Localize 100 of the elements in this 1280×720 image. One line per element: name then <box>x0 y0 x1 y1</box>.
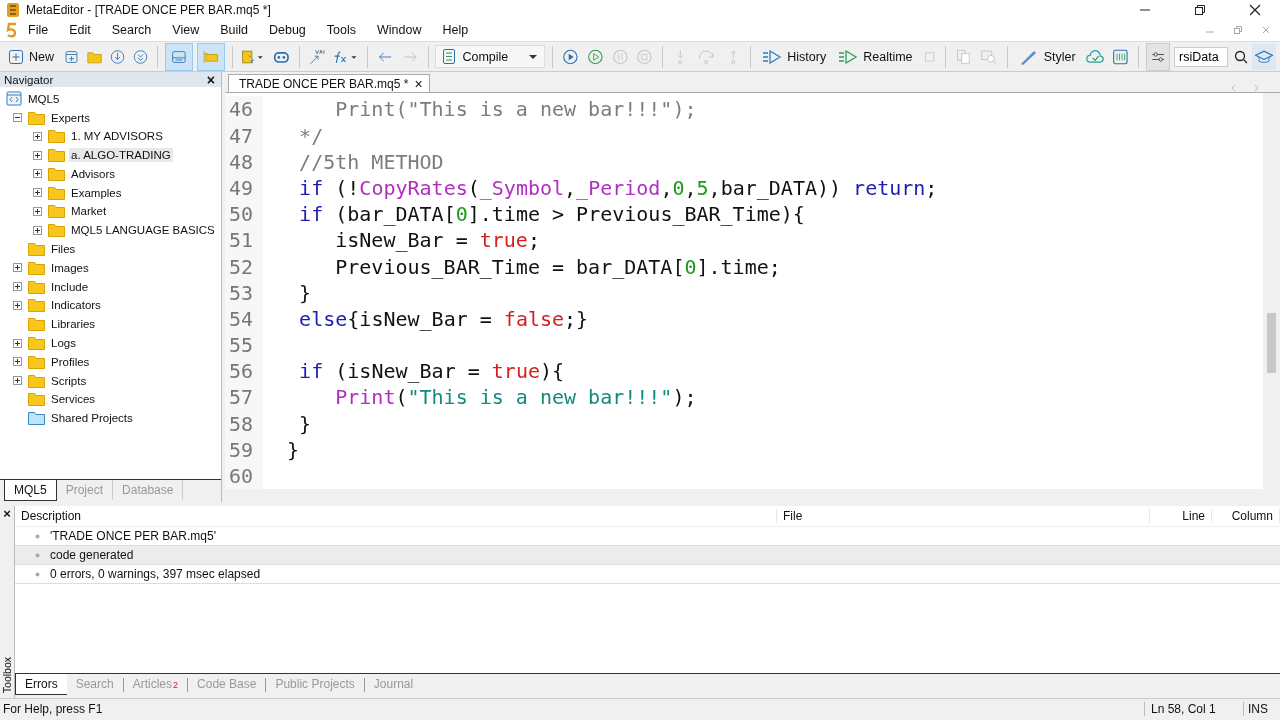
settings-sliders-icon[interactable] <box>1145 42 1171 71</box>
column-header[interactable]: Description <box>15 509 777 524</box>
message-row[interactable]: 0 errors, 0 warnings, 397 msec elapsed <box>15 565 1280 585</box>
insert-mode: INS <box>1243 702 1280 717</box>
graduation-cap-icon[interactable] <box>1252 43 1277 70</box>
expand-toggle-icon[interactable] <box>12 263 22 273</box>
styler-button[interactable]: Styler <box>1014 44 1080 69</box>
expand-toggle-icon[interactable] <box>32 169 42 179</box>
tree-item[interactable]: MQL5 LANGUAGE BASICS <box>69 223 217 238</box>
menu-item[interactable]: Tools <box>326 23 356 38</box>
bullet-icon <box>35 552 40 558</box>
status-text: For Help, press F1 <box>3 702 104 717</box>
expand-toggle-icon[interactable] <box>12 113 22 122</box>
expand-toggle-icon[interactable] <box>32 225 42 235</box>
line-number: 60 <box>225 462 263 490</box>
tree-item[interactable]: Profiles <box>49 354 92 369</box>
line-number: 52 <box>225 253 263 280</box>
menu-item[interactable]: Help <box>442 23 469 38</box>
file-tab[interactable]: TRADE ONCE PER BAR.mq5 * × <box>228 74 430 93</box>
menu-item[interactable]: File <box>28 23 49 38</box>
expand-toggle-icon[interactable] <box>32 188 42 198</box>
tree-item[interactable]: Logs <box>49 336 78 351</box>
message-text: code generated <box>50 548 134 563</box>
line-number: 49 <box>225 174 263 202</box>
panel-icon[interactable] <box>165 42 193 71</box>
close-icon[interactable]: × <box>414 75 423 92</box>
search-icon[interactable] <box>1234 49 1249 64</box>
code-line: if (!CopyRates(_Symbol,_Period,0,5,bar_DATA)) return; <box>298 175 938 200</box>
folder-icon <box>28 242 45 257</box>
panel-tab[interactable]: Errors <box>15 673 67 695</box>
folder-icon <box>28 336 45 351</box>
restore-icon[interactable] <box>1194 3 1206 16</box>
folder-icon <box>28 279 45 294</box>
close-icon[interactable] <box>1249 3 1261 16</box>
menu-item[interactable]: Window <box>377 23 422 38</box>
expand-toggle-icon[interactable] <box>12 282 22 292</box>
folder-icon <box>28 110 45 125</box>
app-logo-icon <box>6 22 18 39</box>
play-lines-icon <box>762 49 783 64</box>
folder-icon <box>48 223 65 238</box>
message-row[interactable]: code generated <box>15 546 1280 566</box>
folder-icon <box>28 411 45 426</box>
menu-item[interactable]: Build <box>220 23 248 38</box>
menu-item[interactable]: View <box>172 23 200 38</box>
folder-icon <box>28 298 45 313</box>
expand-toggle-icon[interactable] <box>12 300 22 310</box>
tree-item[interactable]: Market <box>69 204 109 219</box>
scrollbar[interactable] <box>1263 93 1280 490</box>
tree-item[interactable]: Shared Projects <box>49 411 135 426</box>
menu-item[interactable]: Debug <box>269 23 306 38</box>
tree-item[interactable]: Indicators <box>49 298 103 313</box>
tree-item[interactable]: Files <box>49 242 78 257</box>
menu-item[interactable]: Edit <box>69 23 91 38</box>
tree-item[interactable]: MQL5 <box>26 91 62 106</box>
tree-item[interactable]: 1. MY ADVISORS <box>69 129 165 144</box>
search-field[interactable]: rsiData <box>1174 46 1229 67</box>
tree-item[interactable]: Services <box>49 392 98 407</box>
folder-icon <box>28 392 45 407</box>
tree-item[interactable]: Scripts <box>49 373 89 388</box>
message-text: 'TRADE ONCE PER BAR.mq5' <box>50 529 216 544</box>
scroll-left-icon[interactable] <box>1230 84 1238 93</box>
code-module-icon <box>6 91 22 107</box>
folder-icon <box>48 204 65 219</box>
expand-toggle-icon[interactable] <box>32 150 42 160</box>
tree-item[interactable]: Advisors <box>69 166 118 181</box>
history-button[interactable]: History <box>758 46 831 67</box>
panel-title: Navigator <box>4 73 54 86</box>
expand-toggle-icon[interactable] <box>12 376 22 386</box>
close-icon[interactable]: × <box>3 506 11 522</box>
line-number: 53 <box>225 279 263 306</box>
folder-icon <box>28 354 45 369</box>
code-line: if (isNew_Bar = true){ <box>298 359 565 384</box>
code-line: Previous_BAR_Time = bar_DATA[0].time; <box>334 254 781 279</box>
line-number: 46 <box>225 96 263 123</box>
tree-item[interactable]: Libraries <box>49 317 98 332</box>
new-button[interactable]: New <box>4 45 58 68</box>
column-header[interactable]: File <box>777 509 1150 524</box>
column-header[interactable]: Column <box>1212 509 1280 524</box>
expand-toggle-icon[interactable] <box>32 131 42 141</box>
menu-item[interactable]: Search <box>111 23 152 38</box>
realtime-button[interactable]: Realtime <box>834 46 917 67</box>
scroll-right-icon[interactable] <box>1252 84 1260 93</box>
close-icon[interactable]: × <box>206 71 215 88</box>
tree-item[interactable]: Examples <box>69 185 124 200</box>
tree-item[interactable]: Experts <box>49 110 92 125</box>
tree-item[interactable]: Images <box>49 260 91 275</box>
play-lines-icon <box>838 49 859 64</box>
compile-button[interactable]: Compile <box>435 45 546 69</box>
tree-item[interactable]: Include <box>49 279 91 294</box>
line-number: 47 <box>225 122 263 149</box>
expand-toggle-icon[interactable] <box>12 338 22 348</box>
expand-toggle-icon[interactable] <box>32 207 42 216</box>
app-logo-icon <box>6 1 20 18</box>
code-line: else{isNew_Bar = false;} <box>298 306 589 331</box>
folder-icon[interactable] <box>196 42 225 71</box>
tree-item[interactable]: a. ALGO-TRADING <box>69 148 173 163</box>
panel-tab[interactable]: MQL5 <box>4 480 57 502</box>
expand-toggle-icon[interactable] <box>12 357 22 367</box>
column-header[interactable]: Line <box>1150 509 1212 524</box>
code-line: if (bar_DATA[0].time > Previous_BAR_Time){ <box>298 202 805 227</box>
